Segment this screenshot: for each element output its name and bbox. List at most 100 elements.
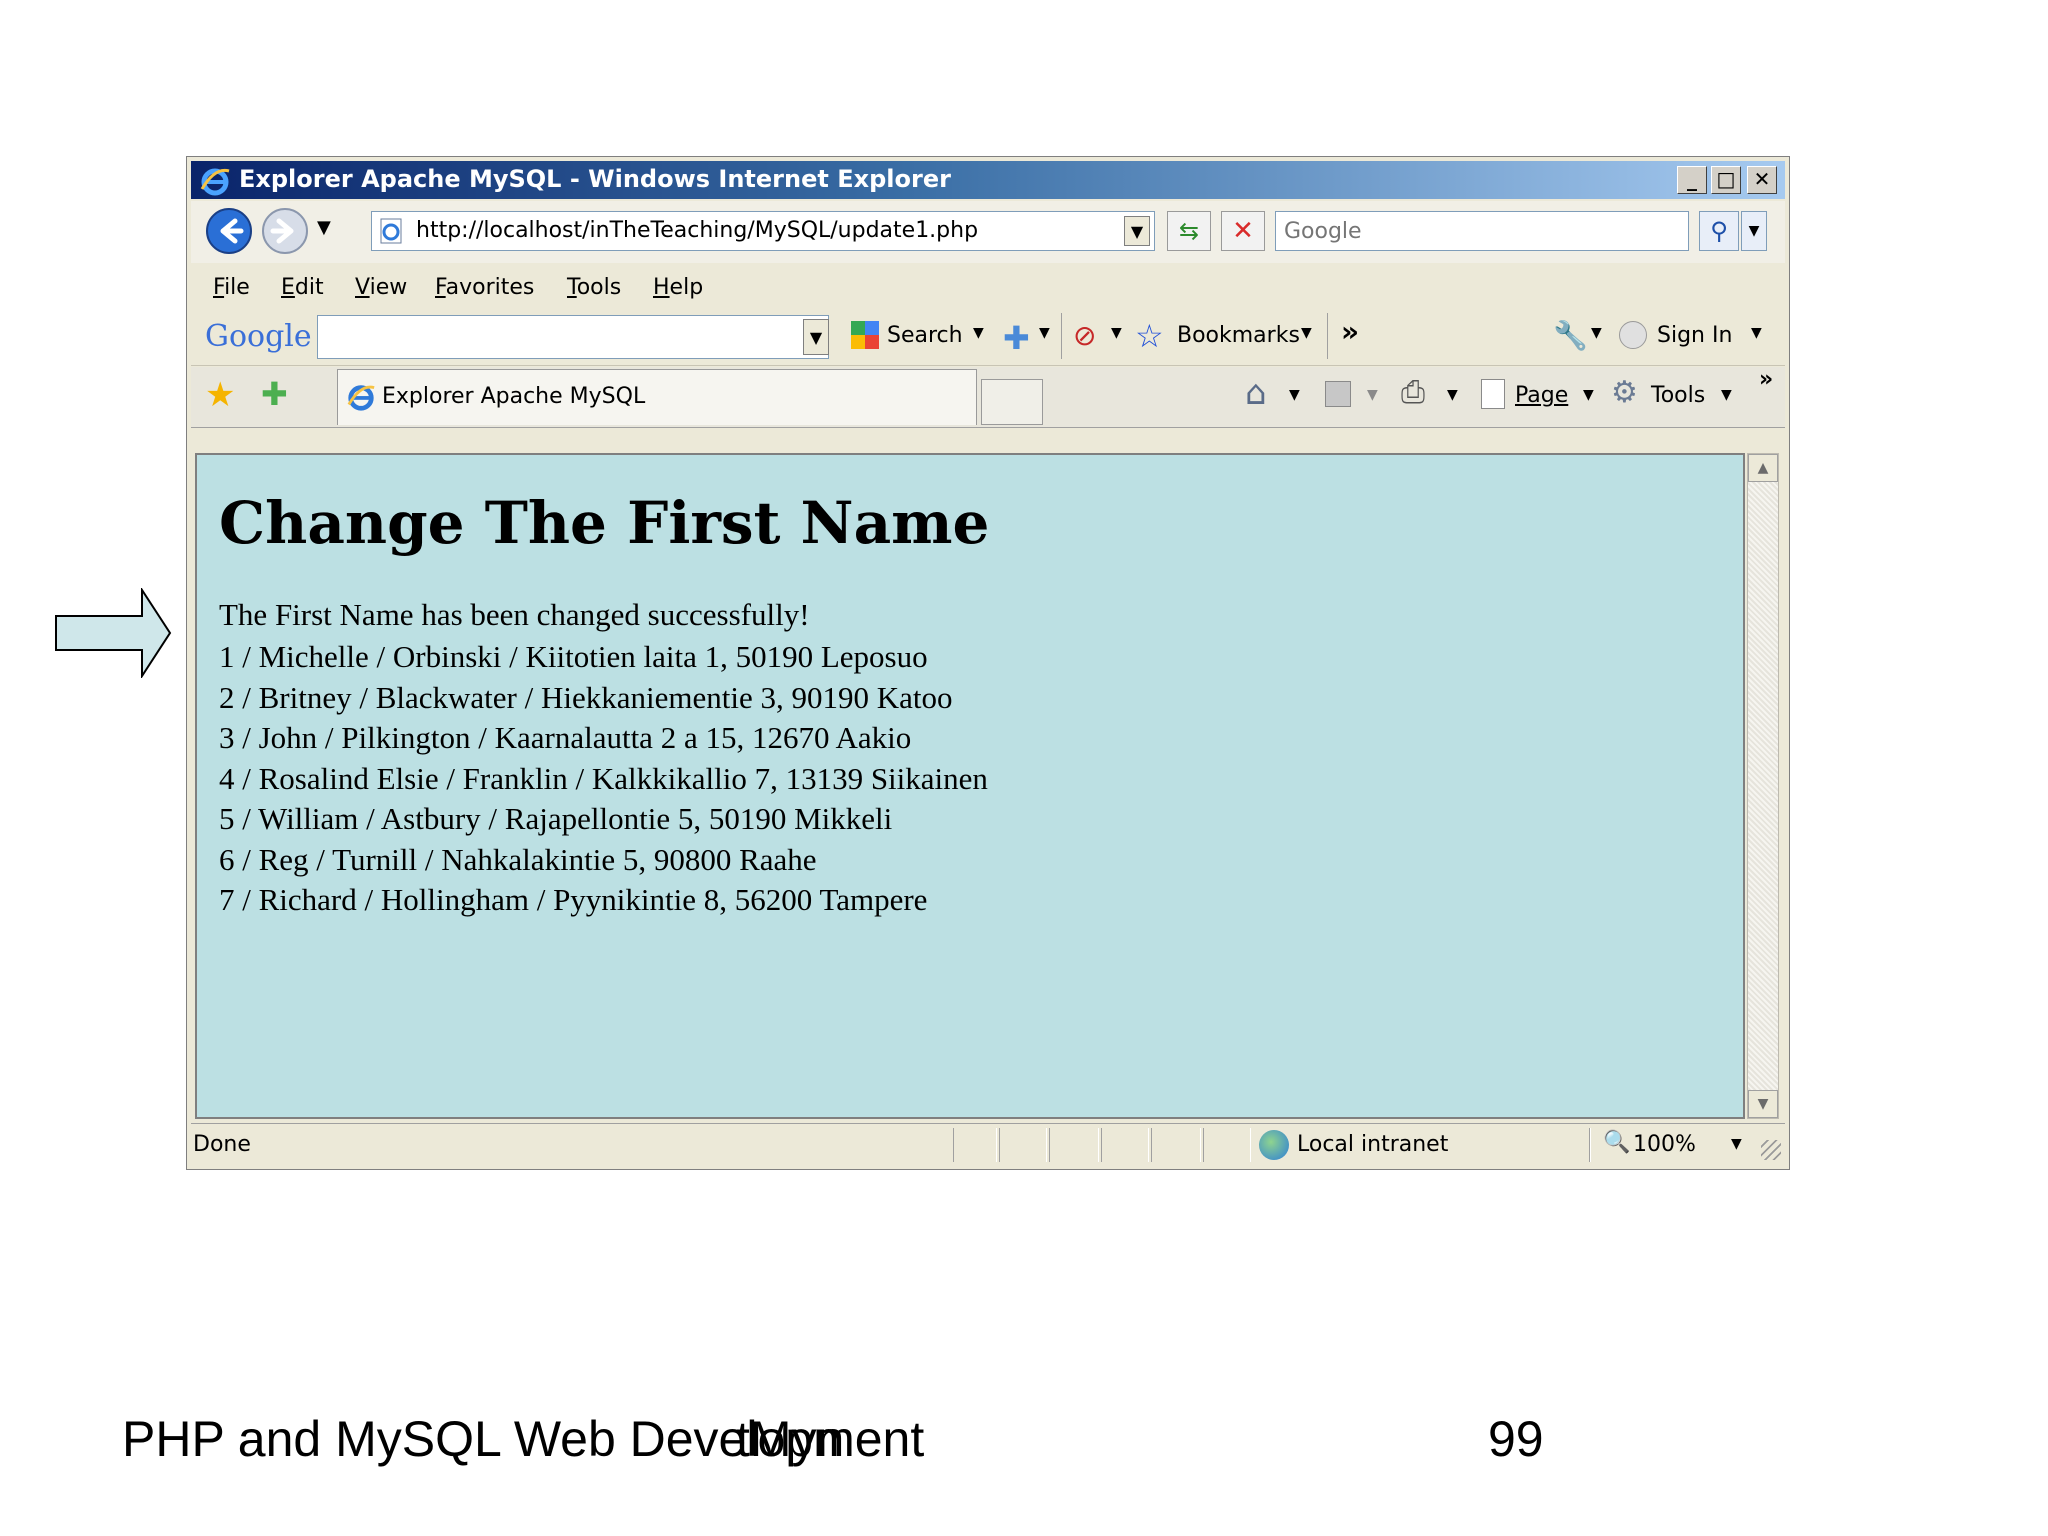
google-search-dropdown-icon[interactable]: ▼ [803,319,829,355]
sign-in-button[interactable]: Sign In [1657,323,1732,348]
forward-button-icon[interactable] [261,207,309,255]
home-icon[interactable]: ⌂ [1245,373,1267,413]
status-segment [1151,1128,1201,1162]
bookmarks-dropdown-icon[interactable]: ▼ [1301,325,1312,341]
gear-icon[interactable]: ⚙ [1611,375,1638,410]
add-favorite-icon[interactable]: ✚ [261,375,288,413]
vertical-scrollbar[interactable]: ▲ ▼ [1747,453,1779,1119]
page-dropdown-icon[interactable]: ▼ [1583,387,1594,403]
page-menu-icon[interactable] [1481,379,1505,409]
slide-arrow-icon [55,588,172,678]
star-outline-icon[interactable]: ☆ [1135,317,1164,355]
back-button-icon[interactable] [205,207,253,255]
wrench-icon[interactable]: 🔧 [1553,319,1588,352]
record-list: 1 / Michelle / Orbinski / Kiitotien lait… [219,637,988,921]
popup-blocker-icon[interactable]: ⊘ [1073,319,1096,352]
title-bar: Explorer Apache MySQL - Windows Internet… [191,161,1785,199]
menu-bar: File Edit View Favorites Tools Help [191,265,1785,309]
page-content: Change The First Name The First Name has… [195,453,1745,1119]
status-segment [999,1128,1047,1162]
slide-footer-author: tMyn [736,1411,845,1467]
command-bar-more-button[interactable]: » [1759,367,1773,392]
toolbar-more-button[interactable]: » [1341,315,1359,348]
page-icon [380,218,402,244]
google-search-button[interactable]: Search [887,323,963,348]
security-zone-label: Local intranet [1297,1132,1449,1157]
page-heading: Change The First Name [219,489,990,557]
google-toolbar: Google ▼ Search ▼ ✚ ▼ ⊘ ▼ ☆ Bookmarks ▼ … [191,309,1785,366]
feeds-dropdown-icon[interactable]: ▼ [1367,387,1378,403]
resize-grip-icon[interactable] [1761,1140,1781,1160]
address-url: http://localhost/inTheTeaching/MySQL/upd… [416,218,979,243]
sign-in-dropdown-icon[interactable]: ▼ [1751,325,1762,341]
status-text: Done [193,1132,251,1157]
search-options-dropdown-icon[interactable]: ▼ [1741,211,1767,251]
minimize-button[interactable]: _ [1677,166,1707,194]
success-message: The First Name has been changed successf… [219,597,810,632]
menu-tools[interactable]: Tools [567,275,621,300]
print-icon[interactable]: ⎙ [1401,375,1425,410]
status-bar: Done Local intranet 🔍 100% ▼ [191,1123,1785,1166]
google-search-icon[interactable] [851,321,879,349]
zoom-icon: 🔍 [1603,1130,1631,1155]
refresh-icon[interactable]: ⇆ [1167,211,1211,251]
tab-explorer-apache-mysql[interactable]: Explorer Apache MySQL [337,369,977,425]
address-dropdown-icon[interactable]: ▼ [1124,216,1150,246]
popup-dropdown-icon[interactable]: ▼ [1111,325,1122,341]
wrench-dropdown-icon[interactable]: ▼ [1591,325,1602,341]
add-dropdown-icon[interactable]: ▼ [1039,325,1050,341]
menu-help[interactable]: Help [653,275,703,300]
menu-view[interactable]: View [355,275,407,300]
globe-icon [1259,1130,1289,1160]
list-item: 3 / John / Pilkington / Kaarnalautta 2 a… [219,720,912,755]
feeds-icon[interactable] [1325,381,1351,407]
menu-file[interactable]: File [213,275,250,300]
maximize-button[interactable]: □ [1711,166,1741,194]
list-item: 7 / Richard / Hollingham / Pyynikintie 8… [219,882,928,917]
close-button[interactable]: ✕ [1747,166,1777,194]
search-dropdown-icon[interactable]: ▼ [973,325,984,341]
navigation-bar: ▼ http://localhost/inTheTeaching/MySQL/u… [191,201,1785,263]
list-item: 2 / Britney / Blackwater / Hiekkaniement… [219,679,953,715]
list-item: 6 / Reg / Turnill / Nahkalakintie 5, 908… [219,841,817,877]
tab-bar: ★ ✚ Explorer Apache MySQL ⌂ ▼ ▼ ⎙ ▼ Page… [191,367,1785,428]
window-title: Explorer Apache MySQL - Windows Internet… [239,165,951,193]
user-circle-icon [1619,321,1647,349]
list-item: 5 / William / Astbury / Rajapellontie 5,… [219,801,893,836]
list-item: 4 / Rosalind Elsie / Franklin / Kalkkika… [219,760,988,796]
zoom-dropdown-icon[interactable]: ▼ [1731,1136,1742,1152]
address-bar[interactable]: http://localhost/inTheTeaching/MySQL/upd… [371,211,1155,251]
ie-logo-icon [200,168,230,196]
status-segment [1203,1128,1251,1162]
stop-icon[interactable]: ✕ [1221,211,1265,251]
print-dropdown-icon[interactable]: ▼ [1447,387,1458,403]
search-field[interactable] [1275,211,1689,251]
tab-ie-icon [347,385,375,411]
google-logo: Google [205,319,312,354]
toolbar-divider [1327,313,1328,359]
browser-window: Explorer Apache MySQL - Windows Internet… [186,156,1790,1170]
tab-label: Explorer Apache MySQL [382,384,646,409]
status-segment [953,1128,997,1162]
home-dropdown-icon[interactable]: ▼ [1289,387,1300,403]
status-segment [1101,1128,1149,1162]
zoom-level[interactable]: 100% [1633,1132,1696,1157]
scroll-down-icon[interactable]: ▼ [1748,1090,1778,1118]
favorites-star-icon[interactable]: ★ [205,375,235,415]
history-dropdown-icon[interactable]: ▼ [317,217,331,238]
slide-page-number: 99 [1488,1411,1544,1467]
bookmarks-button[interactable]: Bookmarks [1177,323,1300,348]
toolbar-divider [1061,313,1062,359]
google-search-input[interactable] [317,315,829,359]
menu-edit[interactable]: Edit [281,275,324,300]
add-button-icon[interactable]: ✚ [1003,319,1030,357]
page-menu-button[interactable]: Page [1515,383,1568,408]
status-segment [1049,1128,1099,1162]
scroll-up-icon[interactable]: ▲ [1748,454,1778,482]
search-icon[interactable]: ⚲ [1699,211,1739,251]
search-input[interactable] [1276,212,1688,250]
tools-dropdown-icon[interactable]: ▼ [1721,387,1732,403]
new-tab-button[interactable] [981,379,1043,425]
menu-favorites[interactable]: Favorites [435,275,534,300]
tools-menu-button[interactable]: Tools [1651,383,1705,408]
